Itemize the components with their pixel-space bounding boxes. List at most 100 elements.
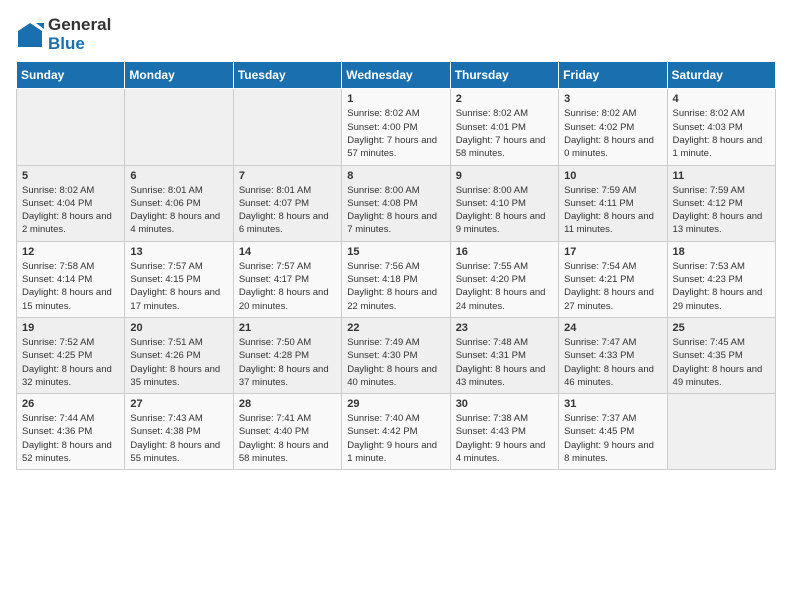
calendar-cell: 29 Sunrise: 7:40 AM Sunset: 4:42 PM Dayli… — [342, 394, 450, 470]
day-number: 18 — [673, 246, 770, 258]
day-number: 30 — [456, 398, 553, 410]
day-number: 29 — [347, 398, 444, 410]
calendar-cell: 27 Sunrise: 7:43 AM Sunset: 4:38 PM Dayli… — [125, 394, 233, 470]
weekday-header-saturday: Saturday — [667, 62, 775, 89]
calendar-cell: 19Sunrise: 7:52 AM Sunset: 4:25 PM Dayli… — [17, 317, 125, 393]
cell-text: Sunrise: 7:40 AM Sunset: 4:42 PM Dayligh… — [347, 412, 444, 465]
day-number: 31 — [564, 398, 661, 410]
calendar-cell: 14Sunrise: 7:57 AM Sunset: 4:17 PM Dayli… — [233, 241, 341, 317]
calendar-cell: 22Sunrise: 7:49 AM Sunset: 4:30 PM Dayli… — [342, 317, 450, 393]
logo-blue: Blue — [48, 35, 111, 54]
day-number: 4 — [673, 93, 770, 105]
day-number: 3 — [564, 93, 661, 105]
calendar-cell: 30 Sunrise: 7:38 AM Sunset: 4:43 PM Dayli… — [450, 394, 558, 470]
day-number: 20 — [130, 322, 227, 334]
cell-text: Sunrise: 8:02 AM Sunset: 4:04 PM Dayligh… — [22, 184, 119, 237]
day-number: 23 — [456, 322, 553, 334]
day-number: 28 — [239, 398, 336, 410]
day-number: 11 — [673, 170, 770, 182]
cell-text: Sunrise: 7:50 AM Sunset: 4:28 PM Dayligh… — [239, 336, 336, 389]
cell-text: Sunrise: 7:43 AM Sunset: 4:38 PM Dayligh… — [130, 412, 227, 465]
day-number: 27 — [130, 398, 227, 410]
weekday-header-monday: Monday — [125, 62, 233, 89]
calendar-cell: 7 Sunrise: 8:01 AM Sunset: 4:07 PM Daylig… — [233, 165, 341, 241]
calendar-cell: 24Sunrise: 7:47 AM Sunset: 4:33 PM Dayli… — [559, 317, 667, 393]
calendar-cell: 18 Sunrise: 7:53 AM Sunset: 4:23 PM Dayli… — [667, 241, 775, 317]
cell-text: Sunrise: 7:38 AM Sunset: 4:43 PM Dayligh… — [456, 412, 553, 465]
calendar-cell: 21 Sunrise: 7:50 AM Sunset: 4:28 PM Dayli… — [233, 317, 341, 393]
cell-text: Sunrise: 7:52 AM Sunset: 4:25 PM Dayligh… — [22, 336, 119, 389]
weekday-header-thursday: Thursday — [450, 62, 558, 89]
cell-text: Sunrise: 8:02 AM Sunset: 4:02 PM Dayligh… — [564, 107, 661, 160]
calendar-cell: 1 Sunrise: 8:02 AM Sunset: 4:00 PM Daylig… — [342, 89, 450, 165]
calendar-cell — [233, 89, 341, 165]
day-number: 9 — [456, 170, 553, 182]
calendar-cell: 11 Sunrise: 7:59 AM Sunset: 4:12 PM Dayli… — [667, 165, 775, 241]
cell-text: Sunrise: 7:51 AM Sunset: 4:26 PM Dayligh… — [130, 336, 227, 389]
cell-text: Sunrise: 7:48 AM Sunset: 4:31 PM Dayligh… — [456, 336, 553, 389]
cell-text: Sunrise: 8:02 AM Sunset: 4:01 PM Dayligh… — [456, 107, 553, 160]
week-row-4: 19Sunrise: 7:52 AM Sunset: 4:25 PM Dayli… — [17, 317, 776, 393]
week-row-1: 1 Sunrise: 8:02 AM Sunset: 4:00 PM Daylig… — [17, 89, 776, 165]
cell-text: Sunrise: 7:57 AM Sunset: 4:15 PM Dayligh… — [130, 260, 227, 313]
day-number: 21 — [239, 322, 336, 334]
cell-text: Sunrise: 7:45 AM Sunset: 4:35 PM Dayligh… — [673, 336, 770, 389]
cell-text: Sunrise: 8:01 AM Sunset: 4:06 PM Dayligh… — [130, 184, 227, 237]
weekday-header-friday: Friday — [559, 62, 667, 89]
day-number: 15 — [347, 246, 444, 258]
calendar-cell: 26 Sunrise: 7:44 AM Sunset: 4:36 PM Dayli… — [17, 394, 125, 470]
calendar-cell: 15 Sunrise: 7:56 AM Sunset: 4:18 PM Dayli… — [342, 241, 450, 317]
cell-text: Sunrise: 8:01 AM Sunset: 4:07 PM Dayligh… — [239, 184, 336, 237]
calendar-cell: 10Sunrise: 7:59 AM Sunset: 4:11 PM Dayli… — [559, 165, 667, 241]
cell-text: Sunrise: 7:55 AM Sunset: 4:20 PM Dayligh… — [456, 260, 553, 313]
cell-text: Sunrise: 7:58 AM Sunset: 4:14 PM Dayligh… — [22, 260, 119, 313]
day-number: 5 — [22, 170, 119, 182]
cell-text: Sunrise: 7:53 AM Sunset: 4:23 PM Dayligh… — [673, 260, 770, 313]
day-number: 1 — [347, 93, 444, 105]
week-row-2: 5 Sunrise: 8:02 AM Sunset: 4:04 PM Daylig… — [17, 165, 776, 241]
weekday-header-tuesday: Tuesday — [233, 62, 341, 89]
calendar-cell: 13 Sunrise: 7:57 AM Sunset: 4:15 PM Dayli… — [125, 241, 233, 317]
day-number: 14 — [239, 246, 336, 258]
calendar-cell: 2 Sunrise: 8:02 AM Sunset: 4:01 PM Daylig… — [450, 89, 558, 165]
calendar-table: SundayMondayTuesdayWednesdayThursdayFrid… — [16, 61, 776, 470]
day-number: 12 — [22, 246, 119, 258]
cell-text: Sunrise: 8:00 AM Sunset: 4:08 PM Dayligh… — [347, 184, 444, 237]
cell-text: Sunrise: 7:47 AM Sunset: 4:33 PM Dayligh… — [564, 336, 661, 389]
cell-text: Sunrise: 8:02 AM Sunset: 4:03 PM Dayligh… — [673, 107, 770, 160]
calendar-cell: 3 Sunrise: 8:02 AM Sunset: 4:02 PM Daylig… — [559, 89, 667, 165]
calendar-cell: 20 Sunrise: 7:51 AM Sunset: 4:26 PM Dayli… — [125, 317, 233, 393]
day-number: 7 — [239, 170, 336, 182]
day-number: 22 — [347, 322, 444, 334]
header: General Blue — [16, 16, 776, 53]
calendar-cell: 23 Sunrise: 7:48 AM Sunset: 4:31 PM Dayli… — [450, 317, 558, 393]
day-number: 10 — [564, 170, 661, 182]
day-number: 8 — [347, 170, 444, 182]
logo-general: General — [48, 16, 111, 35]
weekday-header-sunday: Sunday — [17, 62, 125, 89]
cell-text: Sunrise: 8:02 AM Sunset: 4:00 PM Dayligh… — [347, 107, 444, 160]
day-number: 17 — [564, 246, 661, 258]
calendar-cell — [667, 394, 775, 470]
cell-text: Sunrise: 7:59 AM Sunset: 4:12 PM Dayligh… — [673, 184, 770, 237]
day-number: 26 — [22, 398, 119, 410]
week-row-3: 12 Sunrise: 7:58 AM Sunset: 4:14 PM Dayli… — [17, 241, 776, 317]
day-number: 13 — [130, 246, 227, 258]
calendar-cell — [125, 89, 233, 165]
cell-text: Sunrise: 7:37 AM Sunset: 4:45 PM Dayligh… — [564, 412, 661, 465]
calendar-cell: 25 Sunrise: 7:45 AM Sunset: 4:35 PM Dayli… — [667, 317, 775, 393]
cell-text: Sunrise: 7:44 AM Sunset: 4:36 PM Dayligh… — [22, 412, 119, 465]
day-number: 2 — [456, 93, 553, 105]
logo: General Blue — [16, 16, 111, 53]
weekday-header-wednesday: Wednesday — [342, 62, 450, 89]
calendar-cell: 28 Sunrise: 7:41 AM Sunset: 4:40 PM Dayli… — [233, 394, 341, 470]
cell-text: Sunrise: 7:41 AM Sunset: 4:40 PM Dayligh… — [239, 412, 336, 465]
day-number: 16 — [456, 246, 553, 258]
calendar-cell: 31 Sunrise: 7:37 AM Sunset: 4:45 PM Dayli… — [559, 394, 667, 470]
calendar-cell: 8 Sunrise: 8:00 AM Sunset: 4:08 PM Daylig… — [342, 165, 450, 241]
day-number: 25 — [673, 322, 770, 334]
logo-icon — [16, 21, 44, 49]
day-number: 6 — [130, 170, 227, 182]
calendar-cell: 5 Sunrise: 8:02 AM Sunset: 4:04 PM Daylig… — [17, 165, 125, 241]
cell-text: Sunrise: 7:56 AM Sunset: 4:18 PM Dayligh… — [347, 260, 444, 313]
